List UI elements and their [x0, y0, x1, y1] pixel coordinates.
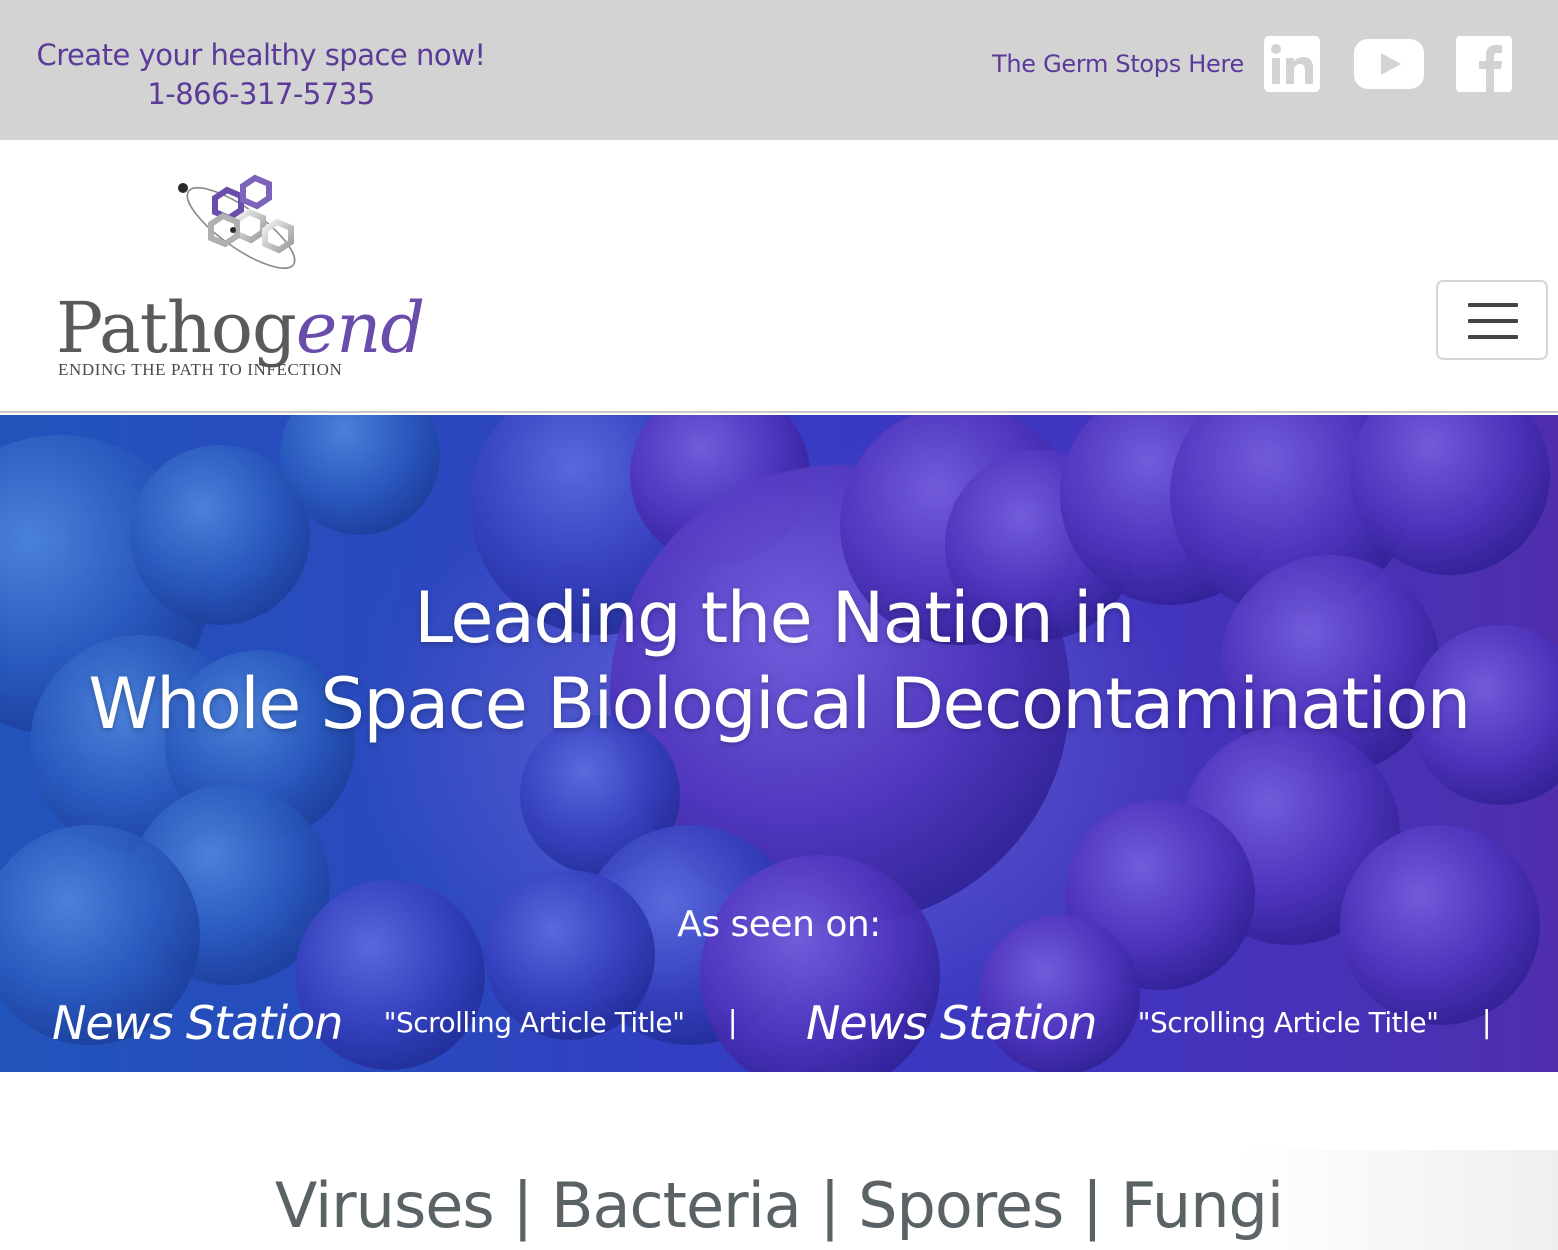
ticker-item[interactable]: News Station "Scrolling Article Title" |	[52, 993, 738, 1053]
facebook-icon	[1456, 36, 1512, 92]
seen-on-label: As seen on:	[677, 904, 881, 945]
news-station-name: News Station	[806, 996, 1097, 1050]
facebook-link[interactable]	[1456, 36, 1512, 92]
ticker-separator: |	[727, 1005, 738, 1040]
youtube-link[interactable]	[1354, 36, 1424, 92]
hero-heading-line-1: Leading the Nation in	[414, 577, 1135, 659]
germ-slogan: The Germ Stops Here	[992, 50, 1244, 78]
top-bar: Create your healthy space now! 1-866-317…	[0, 0, 1558, 140]
logo-wordmark: Pathogend	[56, 287, 425, 369]
logo-word-plain: Pathog	[56, 287, 297, 369]
logo-tagline: ENDING THE PATH TO INFECTION	[58, 360, 343, 379]
pathogen-categories-heading: Viruses | Bacteria | Spores | Fungi	[274, 1169, 1284, 1242]
article-title: "Scrolling Article Title"	[383, 1006, 685, 1039]
hero-banner: Leading the Nation in Whole Space Biolog…	[0, 415, 1558, 1072]
promo-tagline: Create your healthy space now!	[36, 38, 486, 72]
molecule-logo-icon	[178, 174, 296, 269]
logo-link[interactable]: Pathogend ENDING THE PATH TO INFECTION	[56, 168, 456, 383]
hero-heading: Leading the Nation in Whole Space Biolog…	[0, 575, 1558, 747]
phone-link[interactable]: 1-866-317-5735	[28, 74, 494, 114]
news-ticker: News Station "Scrolling Article Title" |…	[0, 993, 1558, 1053]
hero-heading-line-2: Whole Space Biological Decontamination	[88, 663, 1471, 745]
article-title: "Scrolling Article Title"	[1137, 1006, 1439, 1039]
linkedin-link[interactable]	[1264, 36, 1320, 92]
menu-toggle-button[interactable]	[1436, 280, 1548, 360]
site-header: Pathogend ENDING THE PATH TO INFECTION	[0, 140, 1558, 413]
youtube-icon	[1354, 39, 1424, 89]
linkedin-icon	[1264, 36, 1320, 92]
promo-block: Create your healthy space now! 1-866-317…	[28, 36, 494, 114]
ticker-item[interactable]: News Station "Scrolling Article Title" |	[806, 993, 1492, 1053]
news-station-name: News Station	[52, 996, 343, 1050]
logo-word-accent: end	[295, 287, 425, 369]
ticker-separator: |	[1481, 1005, 1492, 1040]
